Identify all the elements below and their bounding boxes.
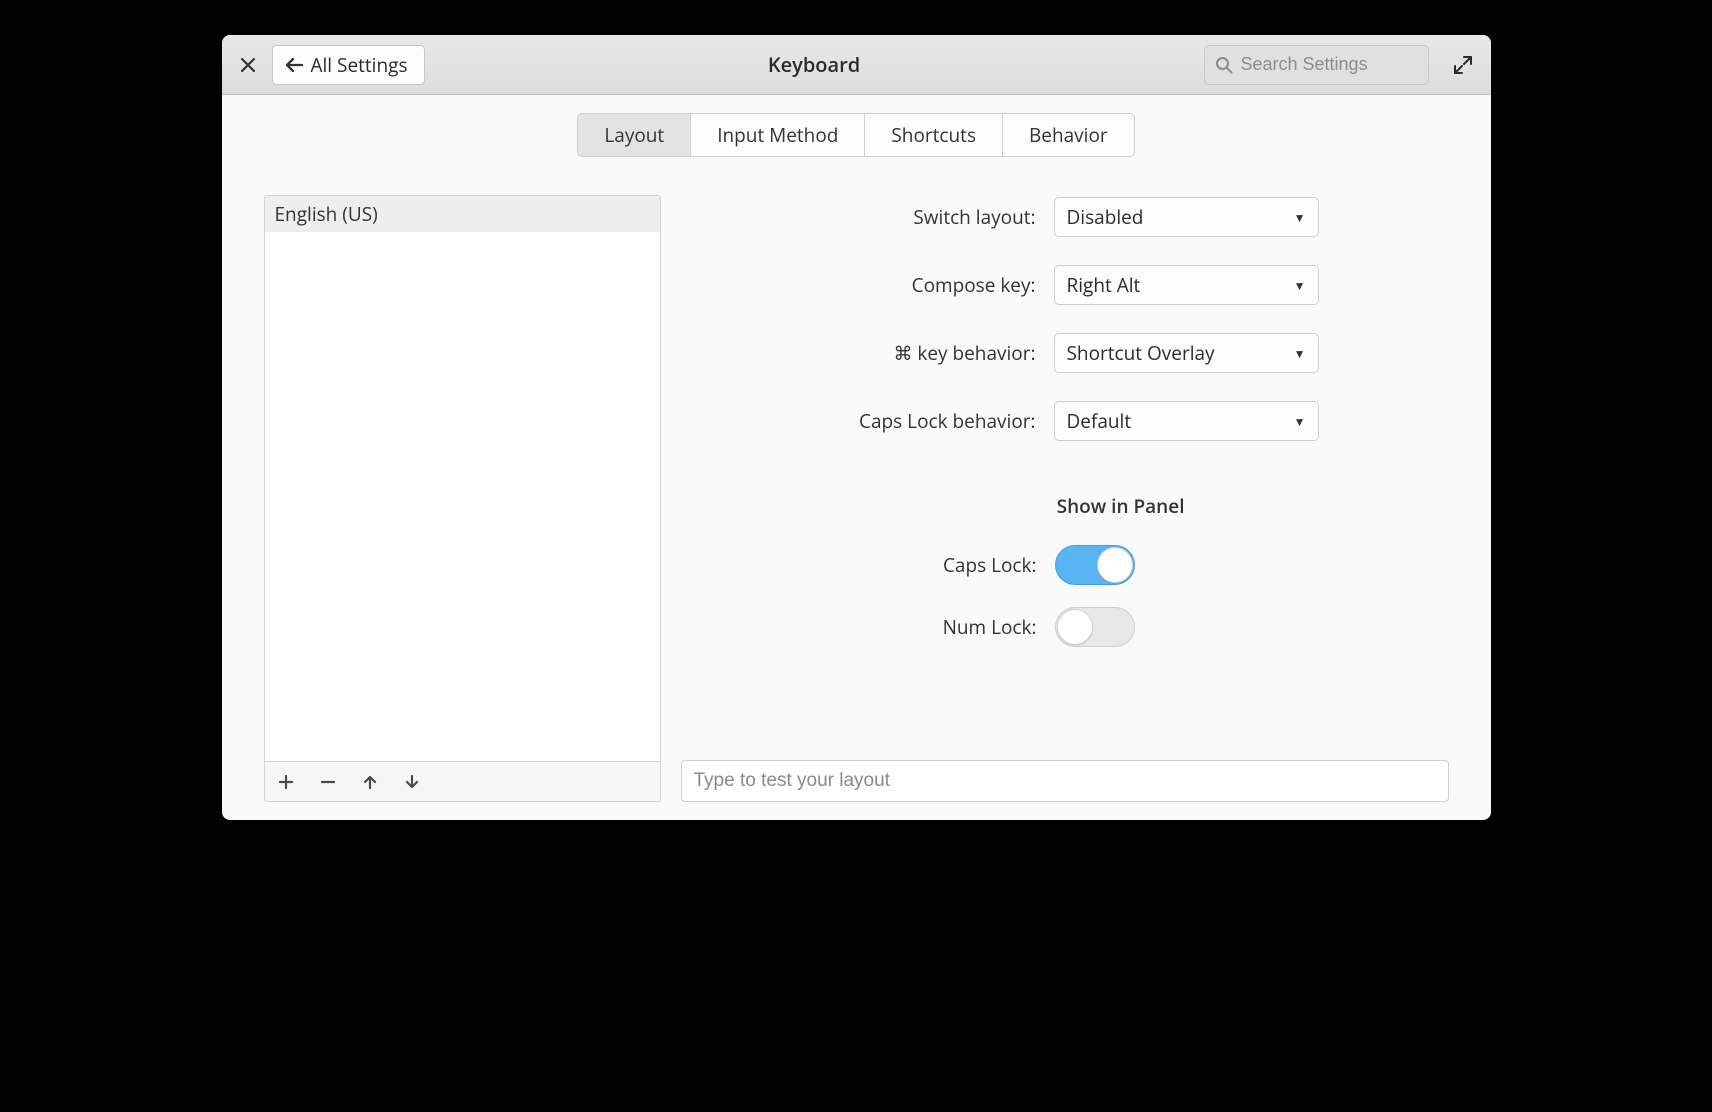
num-lock-label: Num Lock:: [943, 614, 1037, 640]
switch-rows: Caps Lock: Num Lock:: [681, 545, 1449, 647]
remove-layout-button[interactable]: [321, 775, 339, 789]
row-num-lock-indicator: Num Lock:: [943, 607, 1135, 647]
compose-key-label: Compose key:: [912, 272, 1036, 298]
all-settings-label: All Settings: [311, 52, 408, 78]
row-switch-layout: Switch layout: Disabled ▼: [913, 197, 1318, 237]
settings-column: Switch layout: Disabled ▼ Compose key: R…: [681, 195, 1449, 802]
maximize-button[interactable]: [1447, 43, 1479, 87]
search-input[interactable]: [1241, 54, 1418, 75]
arrow-up-icon: [363, 775, 377, 789]
minus-icon: [321, 775, 335, 789]
search-field-wrap[interactable]: [1204, 45, 1429, 85]
maximize-icon: [1454, 56, 1472, 74]
switch-layout-value: Disabled: [1067, 204, 1144, 230]
layout-column: English (US): [264, 195, 661, 802]
arrow-down-icon: [405, 775, 419, 789]
chevron-down-icon: ▼: [1294, 209, 1306, 226]
chevron-down-icon: ▼: [1294, 413, 1306, 430]
row-caps-lock-indicator: Caps Lock:: [943, 545, 1135, 585]
titlebar: All Settings Keyboard: [222, 35, 1491, 95]
caps-lock-label: Caps Lock:: [943, 552, 1037, 578]
chevron-down-icon: ▼: [1294, 277, 1306, 294]
form-rows: Switch layout: Disabled ▼ Compose key: R…: [681, 195, 1449, 441]
cmd-behavior-select[interactable]: Shortcut Overlay ▼: [1054, 333, 1319, 373]
page-title: Keyboard: [435, 51, 1194, 78]
add-layout-button[interactable]: [279, 775, 297, 789]
compose-key-select[interactable]: Right Alt ▼: [1054, 265, 1319, 305]
switch-layout-label: Switch layout:: [913, 204, 1035, 230]
test-layout-input[interactable]: [681, 760, 1449, 802]
caps-behavior-label: Caps Lock behavior:: [859, 408, 1035, 434]
layout-list-toolbar: [264, 762, 661, 802]
switch-knob: [1057, 609, 1093, 645]
tabs-row: Layout Input Method Shortcuts Behavior: [222, 95, 1491, 157]
settings-window: All Settings Keyboard Layout Input Metho…: [222, 35, 1491, 820]
row-caps-behavior: Caps Lock behavior: Default ▼: [859, 401, 1318, 441]
num-lock-switch[interactable]: [1055, 607, 1135, 647]
layout-list[interactable]: English (US): [264, 195, 661, 762]
tab-shortcuts[interactable]: Shortcuts: [865, 114, 1003, 156]
test-input-wrap: [681, 748, 1449, 802]
row-cmd-behavior: ⌘ key behavior: Shortcut Overlay ▼: [893, 333, 1318, 373]
tab-behavior[interactable]: Behavior: [1003, 114, 1134, 156]
caps-behavior-select[interactable]: Default ▼: [1054, 401, 1319, 441]
all-settings-button[interactable]: All Settings: [272, 45, 425, 85]
body: English (US) Switch: [222, 157, 1491, 820]
plus-icon: [279, 775, 293, 789]
arrow-left-icon: [285, 58, 303, 72]
layout-list-item[interactable]: English (US): [265, 196, 660, 232]
switch-knob: [1097, 547, 1133, 583]
compose-key-value: Right Alt: [1067, 272, 1141, 298]
move-up-button[interactable]: [363, 775, 381, 789]
tab-layout[interactable]: Layout: [578, 114, 691, 156]
row-compose-key: Compose key: Right Alt ▼: [912, 265, 1319, 305]
chevron-down-icon: ▼: [1294, 345, 1306, 362]
close-icon: [241, 58, 255, 72]
tabs: Layout Input Method Shortcuts Behavior: [577, 113, 1134, 157]
caps-behavior-value: Default: [1067, 408, 1132, 434]
close-button[interactable]: [234, 43, 262, 87]
move-down-button[interactable]: [405, 775, 423, 789]
caps-lock-switch[interactable]: [1055, 545, 1135, 585]
cmd-behavior-label: ⌘ key behavior:: [893, 340, 1035, 366]
panel-section-title: Show in Panel: [1057, 493, 1449, 519]
switch-layout-select[interactable]: Disabled ▼: [1054, 197, 1319, 237]
tab-input-method[interactable]: Input Method: [691, 114, 865, 156]
search-icon: [1215, 56, 1233, 74]
cmd-behavior-value: Shortcut Overlay: [1067, 340, 1215, 366]
